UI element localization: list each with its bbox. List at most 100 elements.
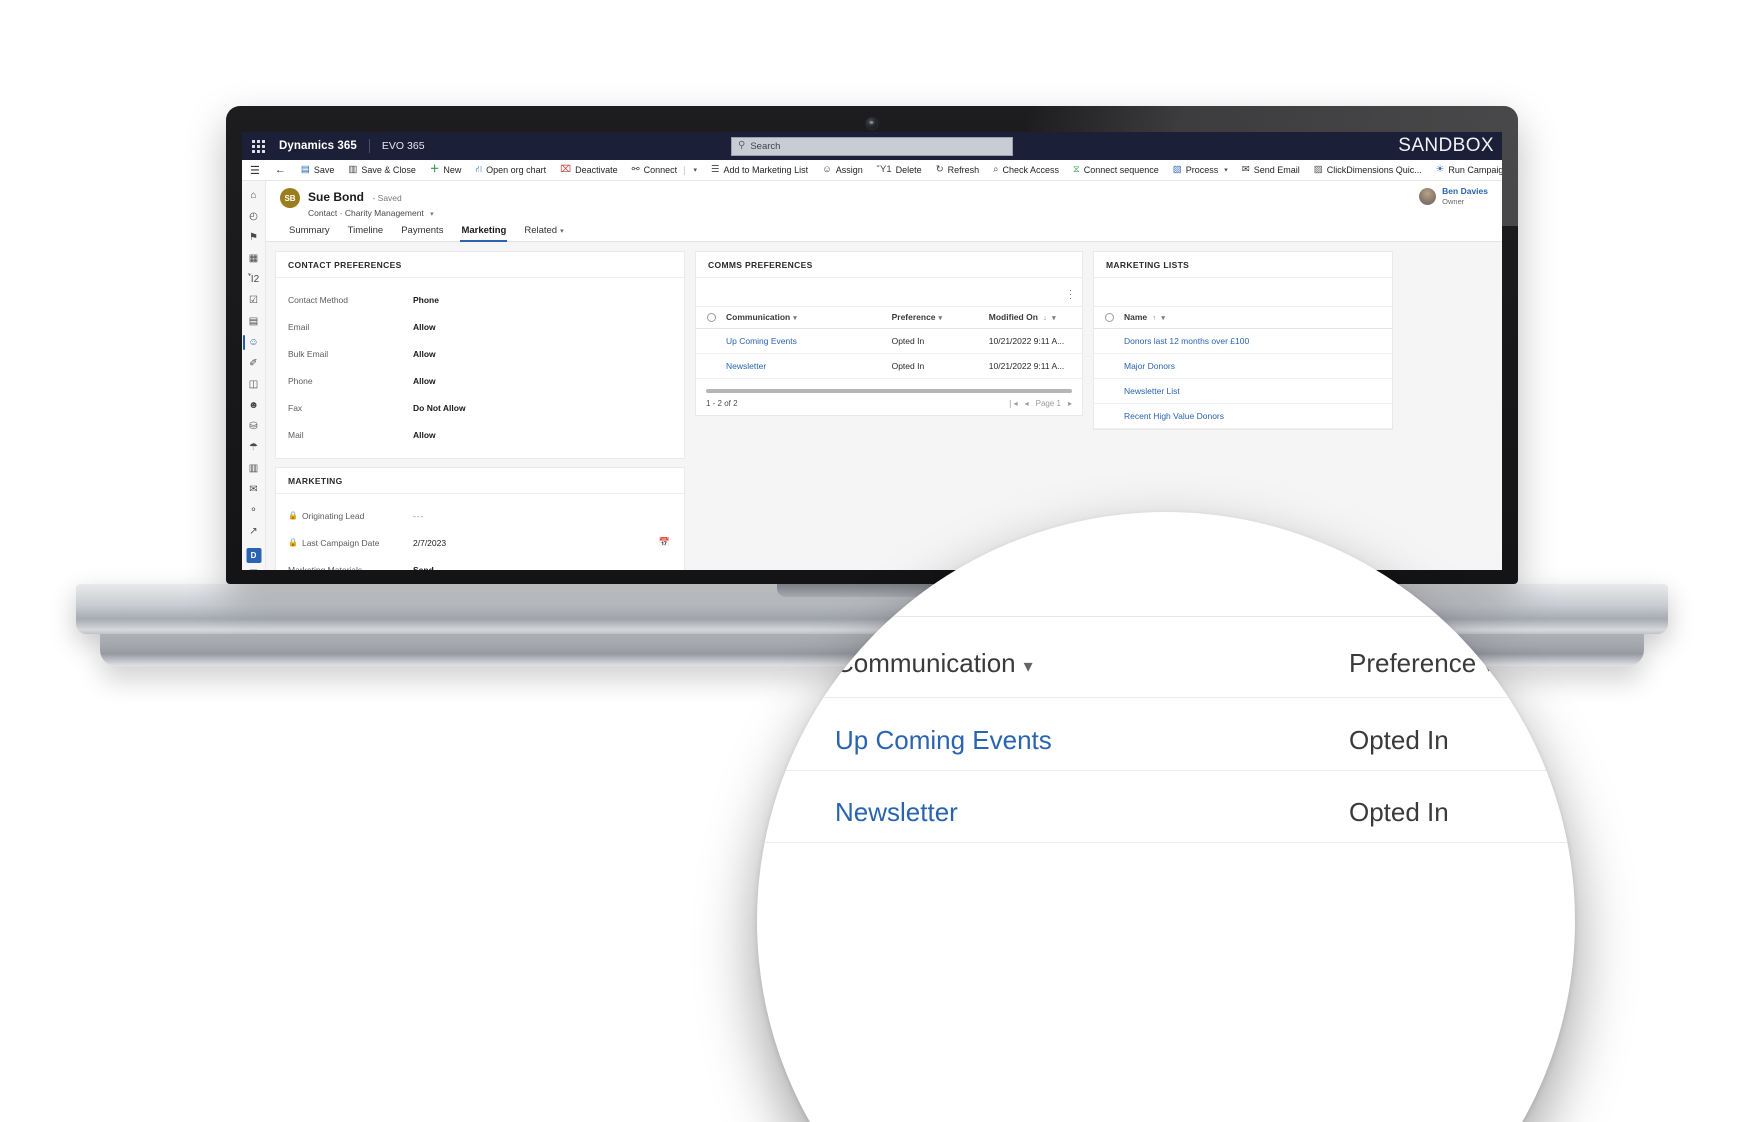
- rail-item-users-icon[interactable]: ☻: [244, 396, 264, 415]
- table-row[interactable]: Newsletter Opted In 10/21/2022 9:11 A...: [696, 353, 1082, 379]
- app-name-label[interactable]: EVO 365: [382, 140, 425, 152]
- magnified-column-communication[interactable]: Communication ▾: [835, 648, 1033, 679]
- select-all-cell[interactable]: [696, 306, 722, 329]
- field-value[interactable]: Phone: [413, 295, 439, 305]
- breadcrumb-business-unit[interactable]: Charity Management: [345, 208, 424, 218]
- row-select-cell[interactable]: [696, 353, 722, 379]
- command-delete[interactable]: Ὕ1 Delete: [870, 160, 929, 180]
- rail-item-reports-icon[interactable]: ▤: [244, 312, 264, 331]
- command-process[interactable]: ▧ Process ▾: [1166, 160, 1235, 180]
- command-send-email[interactable]: ✉ Send Email: [1235, 160, 1307, 180]
- field-marketing-materials[interactable]: Marketing Materials Send: [288, 556, 672, 571]
- rail-item-home-icon[interactable]: ⌂: [244, 186, 264, 205]
- rail-item-opportunities-icon[interactable]: ◫: [244, 375, 264, 394]
- command-connect-sequence[interactable]: ⧖ Connect sequence: [1066, 160, 1166, 180]
- column-header-communication[interactable]: Communication ▾: [722, 306, 888, 329]
- field-mail[interactable]: Mail Allow: [288, 421, 672, 448]
- column-header-modified-on[interactable]: Modified On ↓ ▾: [984, 306, 1082, 329]
- tab-timeline[interactable]: Timeline: [339, 222, 393, 241]
- rail-bottom-badge[interactable]: D: [246, 548, 261, 563]
- row-select-cell[interactable]: [1094, 353, 1120, 379]
- field-value[interactable]: Send: [413, 565, 434, 571]
- record-owner[interactable]: Ben Davies Owner: [1419, 186, 1488, 206]
- rail-item-settings-icon[interactable]: ▩: [244, 564, 264, 570]
- chevron-down-icon[interactable]: ▾: [1484, 656, 1493, 676]
- pager-control-1[interactable]: ◂: [1025, 399, 1029, 408]
- chevron-down-icon[interactable]: ▾: [1052, 315, 1056, 322]
- chevron-down-icon[interactable]: ▾: [1161, 315, 1165, 322]
- select-all-radio[interactable]: [707, 312, 716, 322]
- command-open-org-chart[interactable]: ⛙ Open org chart: [468, 160, 553, 180]
- magnified-cell-communication[interactable]: Up Coming Events: [835, 725, 1052, 756]
- field-value[interactable]: 2/7/2023: [413, 538, 446, 548]
- pagination-controls[interactable]: ❘◂ ◂ Page 1 ▸: [1007, 399, 1072, 408]
- waffle-app-launcher-icon[interactable]: [252, 139, 265, 153]
- back-arrow-icon[interactable]: ←: [267, 160, 294, 180]
- rail-item-activities-icon[interactable]: ☑: [244, 291, 264, 310]
- tab-payments[interactable]: Payments: [392, 222, 452, 241]
- tab-marketing[interactable]: Marketing: [452, 222, 515, 242]
- rail-item-cases-icon[interactable]: ⛁: [244, 417, 264, 436]
- field-value[interactable]: Allow: [413, 349, 436, 359]
- field-bulk-email[interactable]: Bulk Email Allow: [288, 340, 672, 367]
- table-row[interactable]: Major Donors: [1094, 353, 1392, 379]
- rail-item-leads-icon[interactable]: ✐: [244, 354, 264, 373]
- cell-name[interactable]: Newsletter List: [1120, 378, 1392, 404]
- row-select-cell[interactable]: [1094, 403, 1120, 429]
- field-originating-lead[interactable]: 🔒 Originating Lead ---: [288, 502, 672, 529]
- column-header-preference[interactable]: Preference ▾: [887, 306, 985, 329]
- command-clickdimensions-quic[interactable]: ▨ ClickDimensions Quic...: [1307, 160, 1429, 180]
- more-options-icon[interactable]: · · ·: [1069, 286, 1072, 303]
- chevron-down-icon[interactable]: ▾: [793, 315, 797, 322]
- brand-label[interactable]: Dynamics 365: [279, 140, 357, 152]
- cell-communication[interactable]: Newsletter: [722, 353, 888, 379]
- rail-item-marketing-lists-icon[interactable]: ▥: [244, 459, 264, 478]
- table-row[interactable]: Donors last 12 months over £100: [1094, 328, 1392, 354]
- chevron-down-icon[interactable]: ▾: [939, 315, 943, 322]
- chevron-down-icon[interactable]: ▾: [693, 166, 697, 174]
- rail-item-analytics-icon[interactable]: ↗: [244, 522, 264, 541]
- command-connect[interactable]: ⚯ Connect | ▾: [625, 160, 704, 180]
- chevron-down-icon[interactable]: ▾: [430, 211, 434, 218]
- command-run-campaign-a[interactable]: ☀Run Campaign A...: [1429, 160, 1502, 180]
- magnified-cell-communication[interactable]: Newsletter: [835, 797, 958, 828]
- cell-communication[interactable]: Up Coming Events: [722, 328, 888, 354]
- command-save-close[interactable]: ▥ Save & Close: [341, 160, 423, 180]
- table-row[interactable]: Recent High Value Donors: [1094, 403, 1392, 429]
- chevron-down-icon[interactable]: ▾: [560, 228, 564, 235]
- owner-name[interactable]: Ben Davies: [1442, 186, 1488, 197]
- row-select-cell[interactable]: [696, 328, 722, 354]
- calendar-icon[interactable]: 📅: [659, 537, 670, 548]
- rail-item-contacts-icon[interactable]: ☺: [244, 333, 264, 352]
- row-select-cell[interactable]: [1094, 328, 1120, 354]
- command-assign[interactable]: ☺ Assign: [815, 160, 870, 180]
- pager-control-2[interactable]: Page 1: [1036, 399, 1061, 408]
- command-deactivate[interactable]: ⌧ Deactivate: [553, 160, 624, 180]
- rail-item-pinned-icon[interactable]: ⚑: [244, 228, 264, 247]
- command-add-to-marketing-list[interactable]: ☰ Add to Marketing List: [704, 160, 815, 180]
- command-new[interactable]: ＋ New: [423, 160, 469, 180]
- rail-item-accounts-icon[interactable]: Ἶ2: [244, 270, 264, 289]
- magnified-table-row[interactable]: Newsletter Opted In: [757, 789, 1575, 835]
- row-select-cell[interactable]: [1094, 378, 1120, 404]
- magnified-table-row[interactable]: Up Coming Events Opted In: [757, 717, 1575, 763]
- rail-item-segments-icon[interactable]: ⚬: [244, 501, 264, 520]
- field-value[interactable]: Allow: [413, 376, 436, 386]
- field-value[interactable]: Do Not Allow: [413, 403, 466, 413]
- field-email[interactable]: Email Allow: [288, 313, 672, 340]
- field-value[interactable]: ---: [413, 511, 425, 521]
- command-save[interactable]: ▤ Save: [294, 160, 342, 180]
- field-last-campaign-date[interactable]: 🔒 Last Campaign Date 2/7/2023 📅: [288, 529, 672, 556]
- column-header-name[interactable]: Name ↑ ▾: [1120, 306, 1392, 329]
- rail-item-dashboards-icon[interactable]: ▦: [244, 249, 264, 268]
- chevron-down-icon[interactable]: ▾: [1024, 656, 1033, 676]
- pager-control-3[interactable]: ▸: [1068, 399, 1072, 408]
- field-contact-method[interactable]: Contact Method Phone: [288, 286, 672, 313]
- table-row[interactable]: Up Coming Events Opted In 10/21/2022 9:11 …: [696, 328, 1082, 354]
- field-value[interactable]: Allow: [413, 430, 436, 440]
- field-phone[interactable]: Phone Allow: [288, 367, 672, 394]
- global-search[interactable]: ⚲ Search: [731, 136, 1013, 156]
- command-check-access[interactable]: ⌕ Check Access: [986, 160, 1066, 180]
- cell-name[interactable]: Major Donors: [1120, 353, 1392, 379]
- pager-control-0[interactable]: ❘◂: [1007, 399, 1018, 408]
